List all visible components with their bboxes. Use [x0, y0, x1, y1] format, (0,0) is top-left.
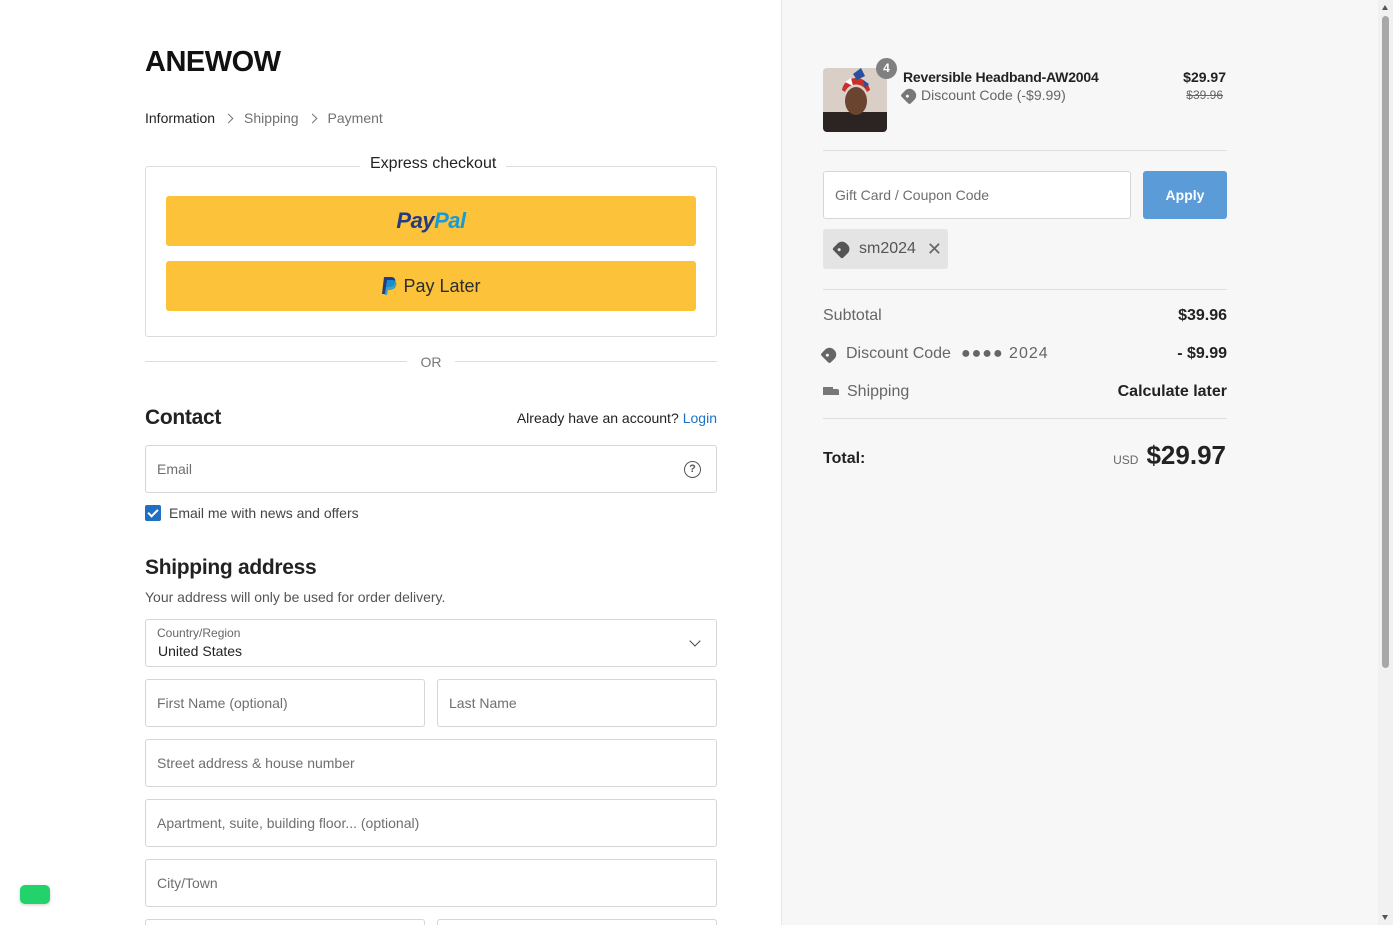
tag-icon: [832, 239, 852, 259]
chevron-right-icon: [223, 113, 234, 123]
brand-logo[interactable]: ANEWOW: [145, 46, 281, 79]
checkout-form-panel: ANEWOW Information Shipping Payment Expr…: [0, 0, 781, 925]
divider: [823, 418, 1227, 419]
shipping-address-heading: Shipping address: [145, 556, 317, 579]
divider: [823, 289, 1227, 290]
help-circle-icon[interactable]: ?: [684, 461, 701, 478]
shipping-row: Shipping Calculate later: [823, 383, 1227, 405]
page-scrollbar[interactable]: [1378, 0, 1393, 925]
product-image: [823, 68, 887, 132]
divider: [823, 150, 1227, 151]
shipping-address-subtext: Your address will only be used for order…: [145, 589, 446, 605]
applied-coupon-code: sm2024: [859, 240, 916, 257]
apply-button[interactable]: Apply: [1143, 171, 1227, 219]
scrollbar-thumb[interactable]: [1382, 16, 1389, 668]
paypal-logo: PayPal: [396, 208, 466, 233]
order-summary-panel: 4 Reversible Headband-AW2004 Discount Co…: [781, 0, 1393, 925]
news-offers-label: Email me with news and offers: [169, 505, 359, 521]
subtotal-row: Subtotal $39.96: [823, 307, 1227, 324]
first-name-field[interactable]: First Name (optional): [145, 679, 425, 727]
product-discount: Discount Code (-$9.99): [900, 85, 1066, 105]
tag-icon: [900, 85, 919, 105]
quantity-badge: 4: [876, 58, 897, 79]
account-prompt: Already have an account? Login: [516, 410, 717, 426]
breadcrumb-information[interactable]: Information: [145, 110, 215, 126]
paypal-button[interactable]: PayPal: [166, 196, 696, 246]
street-address-field[interactable]: Street address & house number: [145, 739, 717, 787]
last-name-field[interactable]: Last Name: [437, 679, 717, 727]
contact-heading: Contact: [145, 406, 222, 429]
news-offers-option[interactable]: Email me with news and offers: [145, 505, 359, 521]
scroll-down-arrow-icon[interactable]: [1382, 915, 1388, 920]
total-label: Total:: [823, 450, 866, 467]
subtotal-value: $39.96: [1178, 307, 1227, 324]
country-select[interactable]: Country/Region United States: [145, 619, 717, 667]
discount-label: Discount Code: [846, 345, 951, 362]
product-name: Reversible Headband-AW2004: [903, 69, 1099, 85]
product-thumbnail: [823, 68, 887, 132]
truck-icon: [823, 387, 839, 397]
coupon-code-input[interactable]: Gift Card / Coupon Code: [823, 171, 1131, 219]
discount-row: Discount Code ●●●● 2024 - $9.99: [820, 344, 1227, 367]
country-value: United States: [158, 643, 243, 659]
discount-code-masked: ●●●● 2024: [960, 345, 1049, 362]
applied-coupon-chip: sm2024 ✕: [823, 229, 948, 269]
news-offers-checkbox[interactable]: [145, 505, 161, 521]
chevron-right-icon: [307, 113, 317, 123]
shipping-value: Calculate later: [1117, 383, 1227, 400]
close-icon[interactable]: ✕: [927, 239, 942, 260]
discount-value: - $9.99: [1177, 345, 1227, 362]
city-field[interactable]: City/Town: [145, 859, 717, 907]
breadcrumb: Information Shipping Payment: [145, 110, 383, 126]
total-currency: USD: [1113, 453, 1139, 467]
product-price: $29.97: [1183, 69, 1226, 85]
pay-later-label: Pay Later: [403, 275, 481, 296]
total-value: USD $29.97: [1113, 440, 1226, 471]
breadcrumb-payment: Payment: [327, 110, 383, 126]
express-checkout-box: Express checkout PayPal Pay Later: [145, 155, 717, 337]
shipping-label: Shipping: [847, 383, 910, 400]
breadcrumb-shipping: Shipping: [244, 110, 299, 126]
zip-field[interactable]: [437, 919, 717, 925]
apartment-field[interactable]: Apartment, suite, building floor... (opt…: [145, 799, 717, 847]
chat-widget-button[interactable]: [20, 885, 50, 904]
pay-later-button[interactable]: Pay Later: [166, 261, 696, 311]
scroll-up-arrow-icon[interactable]: [1382, 5, 1388, 10]
paypal-p-icon: [382, 277, 397, 295]
express-checkout-title: Express checkout: [360, 155, 507, 173]
login-link[interactable]: Login: [683, 410, 717, 426]
or-divider: OR: [145, 352, 717, 372]
tag-icon: [820, 344, 839, 364]
total-amount: $29.97: [1146, 440, 1226, 470]
state-field[interactable]: [145, 919, 425, 925]
country-label: Country/Region: [157, 626, 241, 640]
product-original-price: $39.96: [1186, 88, 1223, 102]
email-field[interactable]: Email ?: [145, 445, 717, 493]
chevron-down-icon: [689, 635, 701, 647]
